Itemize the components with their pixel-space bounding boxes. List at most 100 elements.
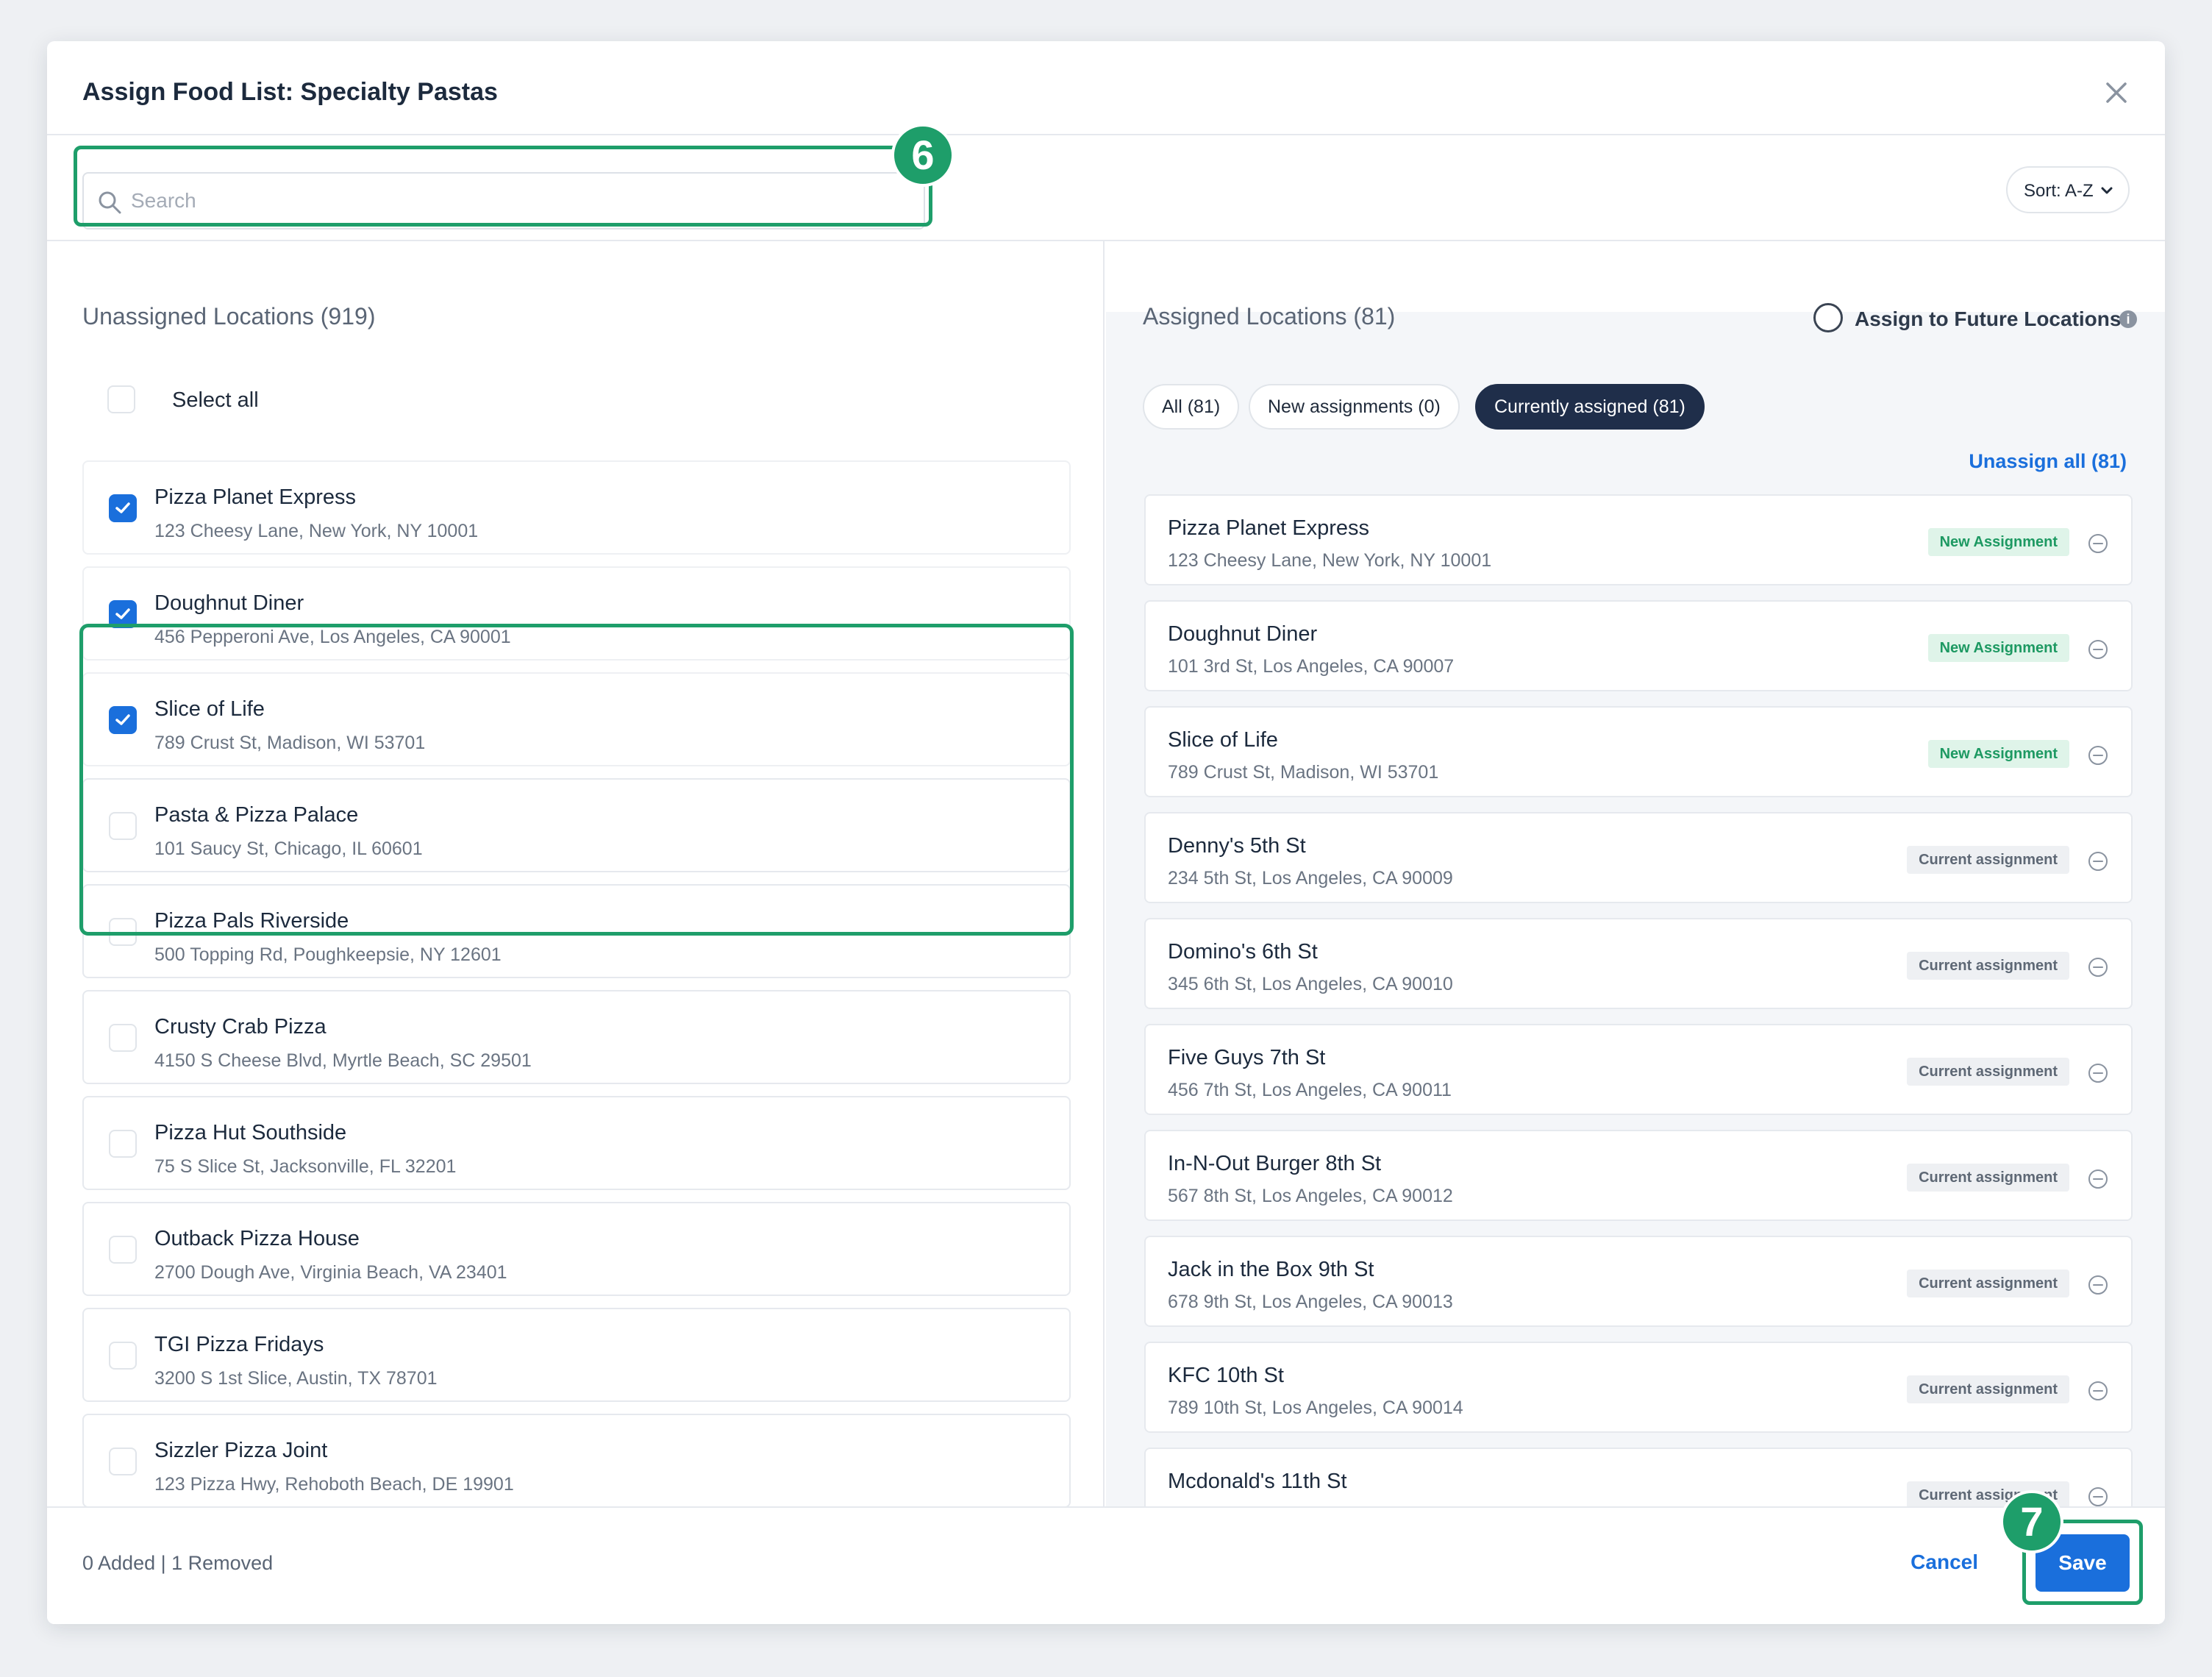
location-address: 123 Cheesy Lane, New York, NY 10001 (154, 521, 479, 541)
unassigned-location-item[interactable]: TGI Pizza Fridays 3200 S 1st Slice, Austi… (82, 1308, 1071, 1402)
remove-circle-icon[interactable] (2087, 1168, 2109, 1190)
search-icon (97, 190, 122, 215)
remove-circle-icon[interactable] (2087, 1062, 2109, 1084)
location-checkbox[interactable] (109, 1130, 137, 1158)
location-name: Pasta & Pizza Palace (154, 803, 359, 827)
unassigned-heading: Unassigned Locations (919) (82, 303, 376, 330)
unassigned-location-item[interactable]: Pizza Pals Riverside 500 Topping Rd, Poug… (82, 884, 1071, 978)
unassign-all-link[interactable]: Unassign all (81) (1969, 450, 2127, 473)
unassigned-location-item[interactable]: Slice of Life 789 Crust St, Madison, WI 5… (82, 672, 1071, 766)
location-name: In-N-Out Burger 8th St (1168, 1152, 1382, 1175)
modal-header: Assign Food List: Specialty Pastas (47, 41, 2165, 135)
location-name: Slice of Life (154, 697, 265, 721)
location-name: Denny's 5th St (1168, 834, 1306, 858)
assigned-location-item: Slice of Life 789 Crust St, Madison, WI 5… (1144, 706, 2133, 797)
sort-label: Sort: A-Z (2024, 181, 2094, 201)
location-checkbox[interactable] (109, 1236, 137, 1264)
tab-all[interactable]: All (81) (1143, 384, 1240, 430)
location-address: 123 Pizza Hwy, Rehoboth Beach, DE 19901 (154, 1474, 514, 1495)
location-name: KFC 10th St (1168, 1364, 1284, 1387)
location-address: 789 10th St, Los Angeles, CA 90014 (1168, 1398, 1463, 1418)
unassigned-location-item[interactable]: Doughnut Diner 456 Pepperoni Ave, Los Ang… (82, 566, 1071, 661)
location-address: 456 Pepperoni Ave, Los Angeles, CA 90001 (154, 627, 511, 647)
location-name: Doughnut Diner (1168, 622, 1318, 646)
assigned-location-item: Doughnut Diner 101 3rd St, Los Angeles, C… (1144, 600, 2133, 691)
remove-circle-icon[interactable] (2087, 744, 2109, 766)
location-address: 789 Crust St, Madison, WI 53701 (154, 733, 426, 753)
tab-new-assignments[interactable]: New assignments (0) (1249, 384, 1460, 430)
location-name: Mcdonald's 11th St (1168, 1470, 1347, 1493)
assignment-status-badge: Current assignment (1907, 1058, 2069, 1086)
location-checkbox[interactable] (109, 1342, 137, 1370)
location-address: 2700 Dough Ave, Virginia Beach, VA 23401 (154, 1262, 507, 1283)
assigned-location-item: Domino's 6th St 345 6th St, Los Angeles, … (1144, 918, 2133, 1009)
assigned-location-item: Pizza Planet Express 123 Cheesy Lane, New… (1144, 494, 2133, 585)
remove-circle-icon[interactable] (2087, 1380, 2109, 1402)
location-address: 4150 S Cheese Blvd, Myrtle Beach, SC 295… (154, 1050, 532, 1071)
location-name: Outback Pizza House (154, 1227, 360, 1250)
close-icon[interactable] (2103, 79, 2130, 106)
change-summary: 0 Added | 1 Removed (82, 1552, 274, 1574)
location-checkbox[interactable] (109, 706, 137, 734)
assign-future-radio[interactable] (1813, 303, 1843, 332)
check-icon (115, 714, 130, 725)
sort-dropdown[interactable]: Sort: A-Z (2006, 166, 2130, 213)
location-checkbox[interactable] (109, 494, 137, 522)
assignment-status-badge: New Assignment (1927, 634, 2069, 662)
remove-circle-icon[interactable] (2087, 956, 2109, 978)
assigned-panel: Assigned Locations (81) Assign to Future… (1106, 241, 2165, 1506)
modal-title: Assign Food List: Specialty Pastas (82, 78, 498, 106)
location-checkbox[interactable] (109, 918, 137, 946)
location-name: Pizza Planet Express (1168, 516, 1370, 540)
location-address: 456 7th St, Los Angeles, CA 90011 (1168, 1080, 1452, 1100)
location-checkbox[interactable] (109, 812, 137, 840)
location-name: Slice of Life (1168, 728, 1278, 752)
location-name: Pizza Pals Riverside (154, 909, 349, 933)
location-checkbox[interactable] (109, 1448, 137, 1475)
unassigned-location-item[interactable]: Crusty Crab Pizza 4150 S Cheese Blvd, Myr… (82, 990, 1071, 1084)
assigned-header-bar (1106, 241, 2165, 312)
unassigned-panel: Unassigned Locations (919) Select all Pi… (47, 241, 1105, 1506)
check-icon (115, 608, 130, 619)
location-name: Jack in the Box 9th St (1168, 1258, 1374, 1281)
location-address: 500 Topping Rd, Poughkeepsie, NY 12601 (154, 944, 502, 965)
step-6-badge: 6 (891, 124, 955, 187)
location-address: 123 Cheesy Lane, New York, NY 10001 (1168, 550, 1492, 571)
chevron-down-icon (2099, 182, 2115, 199)
select-all-checkbox[interactable] (107, 385, 135, 413)
select-all-row[interactable]: Select all (107, 385, 259, 415)
assign-future-label: Assign to Future Locations (1855, 307, 2122, 330)
assign-future-toggle[interactable]: Assign to Future Locations i (1813, 303, 2137, 335)
unassigned-location-item[interactable]: Pasta & Pizza Palace 101 Saucy St, Chicag… (82, 778, 1071, 872)
location-name: Five Guys 7th St (1168, 1046, 1326, 1069)
location-address: 567 8th St, Los Angeles, CA 90012 (1168, 1186, 1453, 1206)
search-box (82, 172, 925, 229)
search-input[interactable] (129, 174, 909, 228)
unassigned-location-item[interactable]: Pizza Hut Southside 75 S Slice St, Jackso… (82, 1096, 1071, 1190)
unassigned-location-item[interactable]: Outback Pizza House 2700 Dough Ave, Virgi… (82, 1202, 1071, 1296)
remove-circle-icon[interactable] (2087, 1486, 2109, 1506)
info-icon[interactable]: i (2119, 310, 2137, 328)
unassigned-location-item[interactable]: Pizza Planet Express 123 Cheesy Lane, New… (82, 460, 1071, 555)
assigned-location-item: Jack in the Box 9th St 678 9th St, Los An… (1144, 1236, 2133, 1327)
assigned-location-item: Mcdonald's 11th St890 11th St, Los Angel… (1144, 1448, 2133, 1506)
unassigned-location-item[interactable]: Sizzler Pizza Joint 123 Pizza Hwy, Rehobo… (82, 1414, 1071, 1506)
assignment-status-badge: Current assignment (1907, 1375, 2069, 1403)
remove-circle-icon[interactable] (2087, 850, 2109, 872)
assigned-location-item: In-N-Out Burger 8th St 567 8th St, Los An… (1144, 1130, 2133, 1221)
location-checkbox[interactable] (109, 1024, 137, 1052)
location-address: 234 5th St, Los Angeles, CA 90009 (1168, 868, 1453, 889)
assigned-location-item: Five Guys 7th St 456 7th St, Los Angeles,… (1144, 1024, 2133, 1115)
assigned-location-item: Denny's 5th St 234 5th St, Los Angeles, C… (1144, 812, 2133, 903)
cancel-button[interactable]: Cancel (1910, 1550, 1978, 1574)
check-icon (115, 502, 130, 513)
remove-circle-icon[interactable] (2087, 533, 2109, 555)
remove-circle-icon[interactable] (2087, 1274, 2109, 1296)
location-checkbox[interactable] (109, 600, 137, 628)
tab-currently-assigned[interactable]: Currently assigned (81) (1475, 384, 1705, 430)
location-name: Pizza Hut Southside (154, 1121, 347, 1144)
assignment-status-badge: New Assignment (1927, 740, 2069, 768)
location-address: 345 6th St, Los Angeles, CA 90010 (1168, 974, 1453, 994)
location-name: Domino's 6th St (1168, 940, 1318, 964)
remove-circle-icon[interactable] (2087, 638, 2109, 661)
